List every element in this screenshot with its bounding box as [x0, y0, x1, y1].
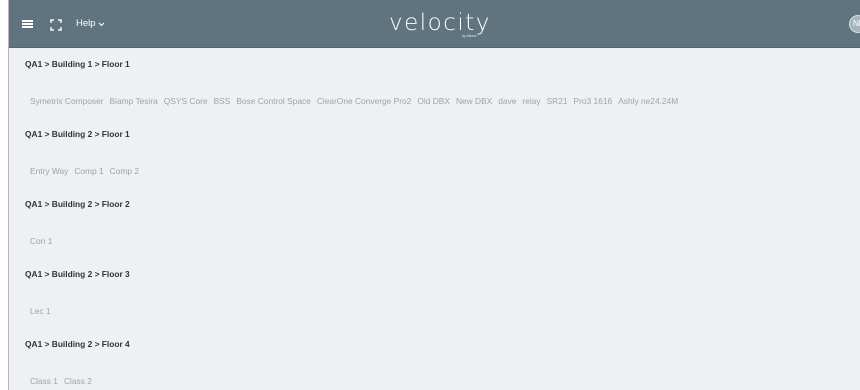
- location-heading: QA1 > Building 1 > Floor 1: [25, 59, 130, 69]
- room-link[interactable]: Bose Control Space: [236, 94, 311, 108]
- menu-icon[interactable]: [22, 20, 33, 28]
- room-link[interactable]: relay: [522, 94, 540, 108]
- brand-name: velocity: [389, 10, 491, 36]
- top-bar: Help velocity by Atlona NM: [9, 0, 860, 48]
- help-label: Help: [76, 18, 96, 29]
- room-link[interactable]: Lec 1: [30, 304, 51, 318]
- room-list: Class 1 Class 2: [30, 374, 92, 388]
- room-list: Lec 1: [30, 304, 51, 318]
- room-link[interactable]: Pro3 1616: [574, 94, 613, 108]
- location-heading: QA1 > Building 2 > Floor 4: [25, 339, 130, 349]
- chevron-down-icon: [98, 22, 104, 26]
- room-link[interactable]: BSS: [214, 94, 231, 108]
- room-link[interactable]: ClearOne Converge Pro2: [317, 94, 412, 108]
- user-avatar[interactable]: NM: [849, 15, 860, 33]
- location-heading: QA1 > Building 2 > Floor 3: [25, 269, 130, 279]
- location-heading: QA1 > Building 2 > Floor 1: [25, 129, 130, 139]
- room-link[interactable]: Old DBX: [417, 94, 450, 108]
- brand-subtitle: by Atlona: [462, 34, 477, 38]
- room-link[interactable]: QSYS Core: [164, 94, 208, 108]
- room-list: Entry Way Comp 1 Comp 2: [30, 164, 139, 178]
- room-link[interactable]: Entry Way: [30, 164, 68, 178]
- room-link[interactable]: Comp 1: [74, 164, 103, 178]
- room-link[interactable]: Symetrix Composer: [30, 94, 104, 108]
- room-link[interactable]: New DBX: [456, 94, 492, 108]
- room-link[interactable]: Class 2: [64, 374, 92, 388]
- help-menu[interactable]: Help: [76, 17, 105, 31]
- velocity-logo: velocity by Atlona: [389, 11, 509, 41]
- room-link[interactable]: SR21: [547, 94, 568, 108]
- room-list: Con 1: [30, 234, 52, 248]
- room-link[interactable]: dave: [498, 94, 516, 108]
- room-link[interactable]: Comp 2: [110, 164, 139, 178]
- room-list: Symetrix Composer Biamp Tesira QSYS Core…: [30, 94, 678, 108]
- room-link[interactable]: Ashly ne24.24M: [618, 94, 678, 108]
- room-link[interactable]: Biamp Tesira: [110, 94, 158, 108]
- room-link[interactable]: Class 1: [30, 374, 58, 388]
- room-link[interactable]: Con 1: [30, 234, 52, 248]
- fullscreen-icon[interactable]: [50, 18, 62, 31]
- app-window: Help velocity by Atlona NM QA1 > Buildin…: [8, 0, 860, 390]
- location-heading: QA1 > Building 2 > Floor 2: [25, 199, 130, 209]
